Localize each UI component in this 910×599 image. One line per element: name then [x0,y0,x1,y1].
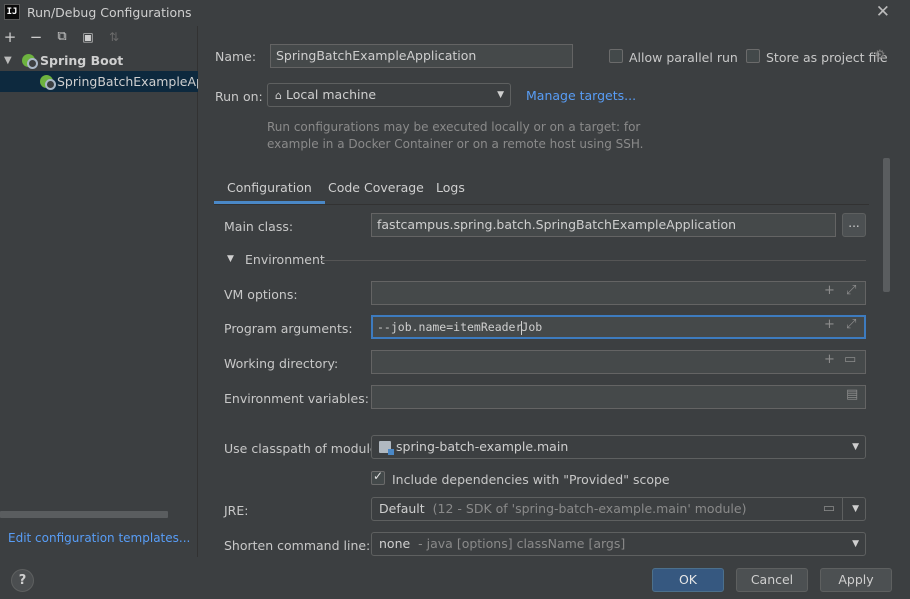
jre-dropdown[interactable]: Default (12 - SDK of 'spring-batch-examp… [371,497,866,521]
configuration-tab-panel: Main class: fastcampus.spring.batch.Spri… [214,204,869,557]
plus-icon[interactable]: + [824,317,835,332]
chevron-down-icon[interactable]: ▼ [852,498,859,520]
help-button[interactable]: ? [11,569,34,592]
dropdown-separator [842,498,843,520]
shorten-command-line-dropdown[interactable]: none - java [options] className [args] ▼ [371,532,866,556]
run-on-hint-line-2: example in a Docker Container or on a re… [267,137,644,151]
program-arguments-field[interactable]: --job.name=itemReaderJob [371,315,866,339]
name-label: Name: [215,49,257,64]
chevron-down-icon: ▼ [852,442,859,452]
configuration-tabs: Configuration Code Coverage Logs [214,174,869,204]
tab-configuration[interactable]: Configuration [214,174,325,204]
new-folder-icon[interactable]: ▣ [78,26,98,48]
chevron-down-icon[interactable]: ▼ [4,50,12,71]
ok-button[interactable]: OK [652,568,724,592]
list-edit-icon[interactable]: ▤ [846,387,858,402]
jre-label: JRE: [224,503,249,518]
jre-value: Default [379,501,425,516]
allow-parallel-checkbox[interactable] [609,49,623,63]
browse-main-class-button[interactable]: ... [842,213,866,237]
close-icon[interactable]: ✕ [876,2,890,22]
allow-parallel-label: Allow parallel run [629,50,738,65]
shorten-command-line-detail: - java [options] className [args] [418,536,626,551]
environment-variables-field[interactable] [371,385,866,409]
program-arguments-text: --job.name=itemReader [377,320,523,334]
main-class-field[interactable]: fastcampus.spring.batch.SpringBatchExamp… [371,213,836,237]
plus-icon[interactable]: + [824,283,835,298]
run-on-hint-line-1: Run configurations may be executed local… [267,120,641,134]
apply-button[interactable]: Apply [820,568,892,592]
main-class-label: Main class: [224,219,294,234]
sidebar-horizontal-scrollbar[interactable] [0,511,168,518]
run-on-dropdown[interactable]: ⌂ Local machine ▼ [267,83,511,107]
tree-item-label: SpringBatchExampleApplication [57,74,198,89]
remove-icon[interactable]: − [26,26,46,48]
sidebar-toolbar: + − ⧉ ▣ ⇅ [0,26,198,48]
cancel-button[interactable]: Cancel [736,568,808,592]
spring-boot-icon [22,54,38,69]
add-icon[interactable]: + [0,26,20,48]
vm-options-field[interactable] [371,281,866,305]
program-arguments-label: Program arguments: [224,321,353,336]
gear-icon[interactable]: ⚙ [874,48,886,63]
tree-item-springbatchexampleapplication[interactable]: SpringBatchExampleApplication [0,71,198,92]
name-field[interactable]: SpringBatchExampleApplication [270,44,573,68]
section-divider [321,260,866,261]
jre-detail: (12 - SDK of 'spring-batch-example.main'… [432,501,747,516]
editor-vertical-scrollbar[interactable] [883,158,890,292]
shorten-command-line-value: none [379,536,411,551]
folder-icon[interactable]: ▭ [844,352,856,367]
classpath-module-value: spring-batch-example.main [396,439,569,454]
module-icon [379,441,394,455]
house-icon: ⌂ [275,89,282,102]
tab-logs[interactable]: Logs [423,174,478,204]
tree-group-spring-boot[interactable]: ▼ Spring Boot [0,50,198,71]
manage-targets-link[interactable]: Manage targets... [526,88,636,103]
configurations-sidebar: + − ⧉ ▣ ⇅ ▼ Spring Boot SpringBatchExamp… [0,26,198,557]
include-dependencies-label: Include dependencies with "Provided" sco… [392,472,670,487]
expand-icon[interactable]: ⤢ [846,317,856,332]
expand-icon[interactable]: ⤢ [846,283,856,298]
tab-code-coverage[interactable]: Code Coverage [315,174,437,204]
configuration-editor: Name: SpringBatchExampleApplication Allo… [199,26,910,557]
run-on-label: Run on: [215,89,263,104]
chevron-down-icon: ▼ [497,90,504,100]
sort-icon[interactable]: ⇅ [104,26,124,48]
store-as-project-file-label: Store as project file [766,50,888,65]
copy-icon[interactable]: ⧉ [52,26,72,48]
plus-icon[interactable]: + [824,352,835,367]
include-dependencies-checkbox[interactable] [371,469,385,485]
title-bar: IJ Run/Debug Configurations ✕ [0,0,910,26]
working-directory-label: Working directory: [224,356,339,371]
shorten-command-line-label: Shorten command line: [224,538,371,553]
environment-section-title: Environment [245,252,325,267]
classpath-module-label: Use classpath of module: [224,441,382,456]
program-arguments-text-tail: Job [521,320,543,334]
run-on-value: Local machine [285,87,377,102]
working-directory-field[interactable] [371,350,866,374]
configuration-tree: ▼ Spring Boot SpringBatchExampleApplicat… [0,50,198,92]
tree-group-label: Spring Boot [40,53,124,68]
environment-variables-label: Environment variables: [224,391,369,406]
classpath-module-dropdown[interactable]: spring-batch-example.main ▼ [371,435,866,459]
chevron-down-icon: ▼ [852,539,859,549]
folder-icon[interactable]: ▭ [823,498,835,520]
window-title: Run/Debug Configurations [27,5,192,20]
spring-boot-icon [40,75,56,90]
dialog-footer: ? OK Cancel Apply [0,557,910,599]
intellij-app-icon: IJ [4,4,20,20]
edit-configuration-templates-link[interactable]: Edit configuration templates... [8,531,190,545]
chevron-down-icon[interactable]: ▼ [227,254,234,264]
store-as-project-file-checkbox[interactable] [746,49,760,63]
vm-options-label: VM options: [224,287,298,302]
